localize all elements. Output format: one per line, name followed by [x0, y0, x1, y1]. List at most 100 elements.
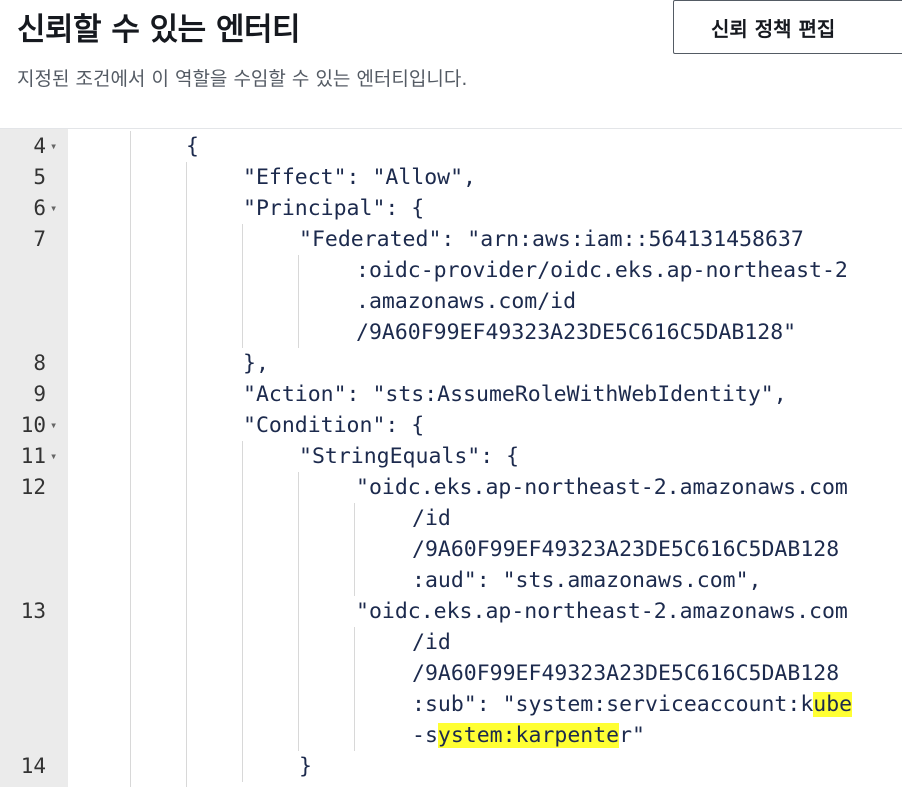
indent-guide [242, 317, 243, 348]
indent-guide [186, 596, 187, 627]
code-line: :aud": "sts.amazonaws.com", [0, 565, 902, 596]
fold-toggle-icon[interactable]: ▾ [50, 193, 57, 224]
code-text: "Condition": { [243, 413, 425, 438]
line-number: 9 [33, 382, 46, 406]
code-text: "Principal": { [243, 196, 425, 221]
indent-guide [130, 224, 131, 255]
indent-guide [298, 472, 299, 503]
trusted-entities-header: 신뢰할 수 있는 엔터티 지정된 조건에서 이 역할을 수임할 수 있는 엔터티… [0, 0, 902, 128]
code-text: "Action": "sts:AssumeRoleWithWebIdentity… [243, 382, 787, 407]
indent-guide [186, 689, 187, 720]
code-line: 4 ▾ { [0, 131, 902, 162]
indent-guide [298, 503, 299, 534]
code-text: "Effect": "Allow", [243, 165, 476, 190]
indent-guide [298, 286, 299, 317]
indent-guide [130, 534, 131, 565]
indent-guide [354, 689, 355, 720]
fold-toggle-icon[interactable]: ▾ [50, 410, 57, 441]
policy-code-editor[interactable]: 4 ▾{5 "Effect": "Allow", 6 ▾ "Principal": {7 "… [0, 128, 902, 787]
indent-guide [186, 720, 187, 751]
indent-guide [242, 596, 243, 627]
indent-guide [186, 410, 187, 441]
indent-guide [130, 689, 131, 720]
line-number: 4 [33, 134, 46, 158]
code-text: :sub": "system:serviceaccount:kube [412, 692, 853, 717]
indent-guide [130, 286, 131, 317]
indent-guide [186, 534, 187, 565]
indent-guide [130, 317, 131, 348]
indent-guide [298, 317, 299, 348]
indent-guide [130, 565, 131, 596]
indent-guide [298, 534, 299, 565]
search-highlight: ube [813, 692, 853, 717]
indent-guide [186, 472, 187, 503]
indent-guide [186, 782, 187, 787]
indent-guide [242, 255, 243, 286]
indent-guide [186, 658, 187, 689]
indent-guide [130, 503, 131, 534]
indent-guide [242, 627, 243, 658]
indent-guide [242, 472, 243, 503]
indent-guide [298, 627, 299, 658]
indent-guide [298, 565, 299, 596]
code-line: 11 ▾ "StringEquals": { [0, 441, 902, 472]
code-line: :oidc-provider/oidc.eks.ap-northeast-2 [0, 255, 902, 286]
code-text: /9A60F99EF49323A23DE5C616C5DAB128 [412, 537, 840, 562]
indent-guide [242, 224, 243, 255]
indent-guide [130, 472, 131, 503]
code-text: "Federated": "arn:aws:iam::564131458637 [299, 227, 804, 252]
line-number: 12 [20, 475, 46, 499]
indent-guide [354, 534, 355, 565]
indent-guide [130, 596, 131, 627]
indent-guide [130, 441, 131, 472]
indent-guide [242, 441, 243, 472]
indent-guide [130, 131, 131, 162]
fold-toggle-icon[interactable]: ▾ [50, 441, 57, 472]
code-text: :aud": "sts.amazonaws.com", [412, 568, 762, 593]
code-text: /id [412, 630, 451, 655]
indent-guide [186, 627, 187, 658]
code-text: :oidc-provider/oidc.eks.ap-northeast-2 [356, 258, 848, 283]
line-number: 13 [20, 599, 46, 623]
code-line: .amazonaws.com/id [0, 286, 902, 317]
indent-guide [186, 224, 187, 255]
indent-guide [242, 565, 243, 596]
line-number: 6 [33, 196, 46, 220]
indent-guide [242, 503, 243, 534]
indent-guide [186, 286, 187, 317]
line-number: 11 [20, 444, 46, 468]
code-text: }, [243, 351, 269, 376]
indent-guide [354, 720, 355, 751]
indent-guide [186, 255, 187, 286]
code-line: 13 "oidc.eks.ap-northeast-2.amazonaws.com [0, 596, 902, 627]
section-title: 신뢰할 수 있는 엔터티 [17, 12, 301, 48]
search-highlight: ystem:karpente [437, 723, 620, 748]
line-number: 7 [33, 227, 46, 251]
indent-guide [130, 255, 131, 286]
code-text: /id [412, 506, 451, 531]
code-text: "oidc.eks.ap-northeast-2.amazonaws.com [356, 599, 848, 624]
code-line: /9A60F99EF49323A23DE5C616C5DAB128" [0, 317, 902, 348]
indent-guide [298, 255, 299, 286]
indent-guide [298, 720, 299, 751]
code-line: 5 "Effect": "Allow", [0, 162, 902, 193]
code-text: { [186, 134, 199, 159]
code-text: .amazonaws.com/id [356, 289, 577, 314]
indent-guide [186, 441, 187, 472]
code-line: 15} [0, 782, 902, 787]
indent-guide [186, 503, 187, 534]
code-line: /id [0, 503, 902, 534]
edit-trust-policy-button[interactable]: 신뢰 정책 편집 [673, 0, 902, 54]
code-text: "StringEquals": { [299, 444, 520, 469]
code-line: /9A60F99EF49323A23DE5C616C5DAB128 [0, 658, 902, 689]
fold-toggle-icon[interactable]: ▾ [50, 131, 57, 162]
indent-guide [242, 534, 243, 565]
code-line: -system:karpenter" [0, 720, 902, 751]
code-text: -system:karpenter" [412, 723, 645, 748]
indent-guide [354, 565, 355, 596]
indent-guide [186, 751, 187, 782]
code-line: 6 ▾ "Principal": { [0, 193, 902, 224]
indent-guide [242, 720, 243, 751]
indent-guide [130, 348, 131, 379]
indent-guide [130, 720, 131, 751]
